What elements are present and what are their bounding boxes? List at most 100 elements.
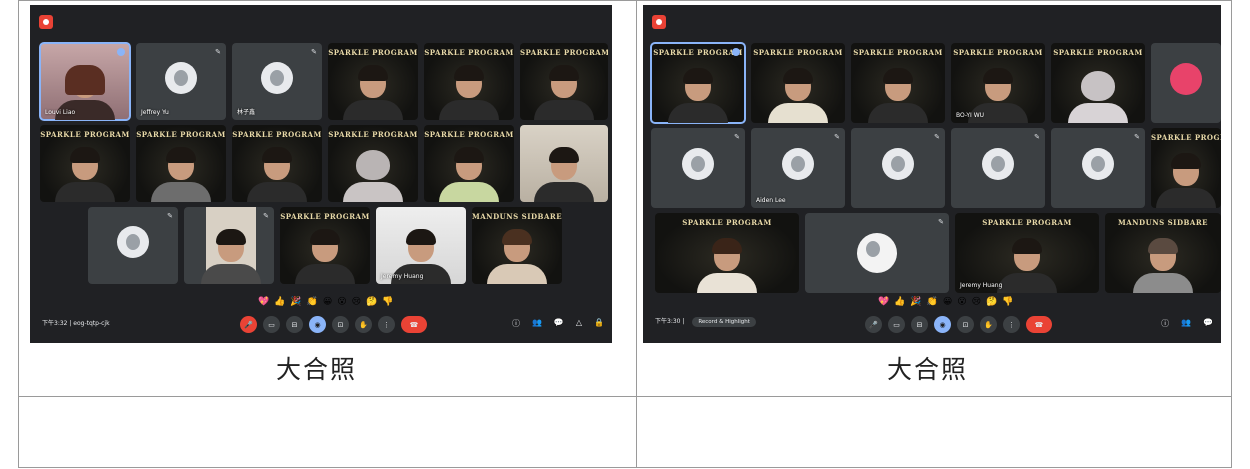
banner-text: SPARKLE PROGRAM (853, 48, 943, 57)
participant-video (1068, 71, 1128, 123)
captions-button[interactable]: ⊟ (286, 316, 303, 333)
participant-video (768, 68, 828, 123)
reaction-bar[interactable]: 💖👍🎉👏😀😮😢🤔👎 (258, 297, 398, 307)
banner-text: SPARKLE PROGRAM (653, 48, 743, 57)
participant-video (1133, 238, 1193, 293)
video-tile[interactable]: SPARKLE PROGRAM (328, 43, 418, 120)
banner-text: SPARKLE PROGRAM (1053, 48, 1143, 57)
video-tile[interactable]: SPARKLE PROGRAM (1051, 43, 1145, 123)
banner-text: SPARKLE PROGRAM (40, 130, 130, 139)
camera-button[interactable]: ▭ (888, 316, 905, 333)
mic-button[interactable]: 🎤 (865, 316, 882, 333)
video-tile[interactable]: SPARKLE PROGRAM (650, 42, 746, 124)
participant-video (534, 65, 594, 120)
video-tile[interactable]: ✎ (1051, 128, 1145, 208)
video-tile[interactable]: SPARKLE PROGRAM (280, 207, 370, 284)
camera-button[interactable]: ▭ (263, 316, 280, 333)
info-icon[interactable]: ⓘ (512, 318, 520, 329)
video-tile[interactable]: Louvi Liao (39, 42, 131, 121)
video-tile[interactable]: SPARKLE PROGRAM (328, 125, 418, 202)
video-tile[interactable]: ✎ (184, 207, 274, 284)
participant-name: Jeremy Huang (960, 282, 1003, 289)
video-tile[interactable]: MANDUNS SIDBARE (472, 207, 562, 284)
present-button[interactable]: ⊡ (332, 316, 349, 333)
video-tile[interactable]: SPARKLE PROGRAM (424, 125, 514, 202)
people-icon[interactable]: 👥 (1181, 318, 1191, 329)
table-column-divider (636, 1, 637, 467)
participant-video (151, 147, 211, 202)
video-tile[interactable]: ✎ (851, 128, 945, 208)
video-tile[interactable]: MANDUNS SIDBARE (1105, 213, 1221, 293)
video-tile[interactable]: ✎ Jeffrey Yu (136, 43, 226, 120)
side-controls: ⓘ 👥 💬 △ 🔒 (512, 318, 604, 329)
record-highlight-chip[interactable]: Record & Highlight (692, 317, 756, 327)
chat-icon[interactable]: 💬 (1203, 318, 1213, 329)
reaction-bar[interactable]: 💖👍🎉👏😀😮😢🤔👎 (878, 297, 1018, 307)
banner-text: MANDUNS SIDBARE (472, 212, 562, 221)
participant-video (295, 229, 355, 284)
participant-name: BO-YI WU (956, 112, 985, 119)
video-tile[interactable]: SPARKLE PROGRAM Jeremy Huang (955, 213, 1099, 293)
pin-icon[interactable] (117, 48, 125, 56)
video-tile[interactable]: ✎ (805, 213, 949, 293)
video-tile[interactable]: SPARKLE PROGRAM (136, 125, 226, 202)
present-button[interactable]: ⊡ (957, 316, 974, 333)
participant-video (1156, 153, 1216, 208)
reactions-button[interactable]: ◉ (309, 316, 326, 333)
video-tile[interactable]: SPARKLE PROGRAM (232, 125, 322, 202)
info-icon[interactable]: ⓘ (1161, 318, 1169, 329)
participant-video (487, 229, 547, 284)
more-options-button[interactable]: ⋮ (378, 316, 395, 333)
video-tile[interactable]: ✎ (88, 207, 178, 284)
video-tile[interactable]: SPARKLE PROGRAM (1151, 128, 1221, 208)
muted-mic-icon: ✎ (938, 218, 944, 226)
video-tile[interactable]: SPARKLE PROGRAM (851, 43, 945, 123)
video-tile[interactable]: SPARKLE PROGRAM (751, 43, 845, 123)
video-tile[interactable]: SPARKLE PROGRAM (424, 43, 514, 120)
video-tile[interactable]: ✎ Aiden Lee (751, 128, 845, 208)
video-tile[interactable]: ✎ (951, 128, 1045, 208)
mic-button[interactable]: 🎤 (240, 316, 257, 333)
participant-video (201, 207, 261, 284)
raise-hand-button[interactable]: ✋ (980, 316, 997, 333)
avatar (261, 61, 293, 94)
video-tile[interactable]: SPARKLE PROGRAM BO-YI WU (951, 43, 1045, 123)
muted-mic-icon: ✎ (834, 133, 840, 141)
video-tile[interactable] (520, 125, 608, 202)
video-tile[interactable]: SPARKLE PROGRAM (520, 43, 608, 120)
host-controls-icon[interactable]: 🔒 (594, 318, 604, 329)
leave-call-button[interactable]: ☎ (1026, 316, 1052, 333)
participant-video (439, 65, 499, 120)
chat-icon[interactable]: 💬 (554, 318, 564, 329)
avatar (782, 148, 814, 180)
people-icon[interactable]: 👥 (532, 318, 542, 329)
banner-text: SPARKLE PROGRAM (328, 130, 418, 139)
side-controls: ⓘ 👥 💬 (1161, 318, 1213, 329)
muted-mic-icon: ✎ (263, 212, 269, 220)
video-tile[interactable]: SPARKLE PROGRAM (40, 125, 130, 202)
video-tile[interactable]: Jeremy Huang (376, 207, 466, 284)
banner-text: SPARKLE PROGRAM (280, 212, 370, 221)
activities-icon[interactable]: △ (576, 318, 582, 329)
participant-name: Jeffrey Yu (141, 109, 169, 116)
banner-text: SPARKLE PROGRAM (753, 48, 843, 57)
reactions-button[interactable]: ◉ (934, 316, 951, 333)
avatar (1082, 148, 1114, 180)
meeting-screenshot-left: Louvi Liao ✎ Jeffrey Yu ✎ 林子鑫 SPARKLE PR… (30, 5, 612, 343)
muted-mic-icon: ✎ (1134, 133, 1140, 141)
video-tile[interactable]: ✎ 林子鑫 (232, 43, 322, 120)
muted-mic-icon: ✎ (934, 133, 940, 141)
participant-video (439, 147, 499, 202)
participant-name: 林子鑫 (237, 109, 256, 116)
pin-icon[interactable] (732, 48, 740, 56)
avatar (857, 233, 897, 273)
control-bar: 🎤 ▭ ⊟ ◉ ⊡ ✋ ⋮ ☎ (865, 316, 1052, 333)
captions-button[interactable]: ⊟ (911, 316, 928, 333)
leave-call-button[interactable]: ☎ (401, 316, 427, 333)
video-tile[interactable]: SPARKLE PROGRAM (655, 213, 799, 293)
video-tile[interactable]: ✎ (651, 128, 745, 208)
raise-hand-button[interactable]: ✋ (355, 316, 372, 333)
recording-icon (652, 15, 666, 29)
more-options-button[interactable]: ⋮ (1003, 316, 1020, 333)
video-tile[interactable] (1151, 43, 1221, 123)
